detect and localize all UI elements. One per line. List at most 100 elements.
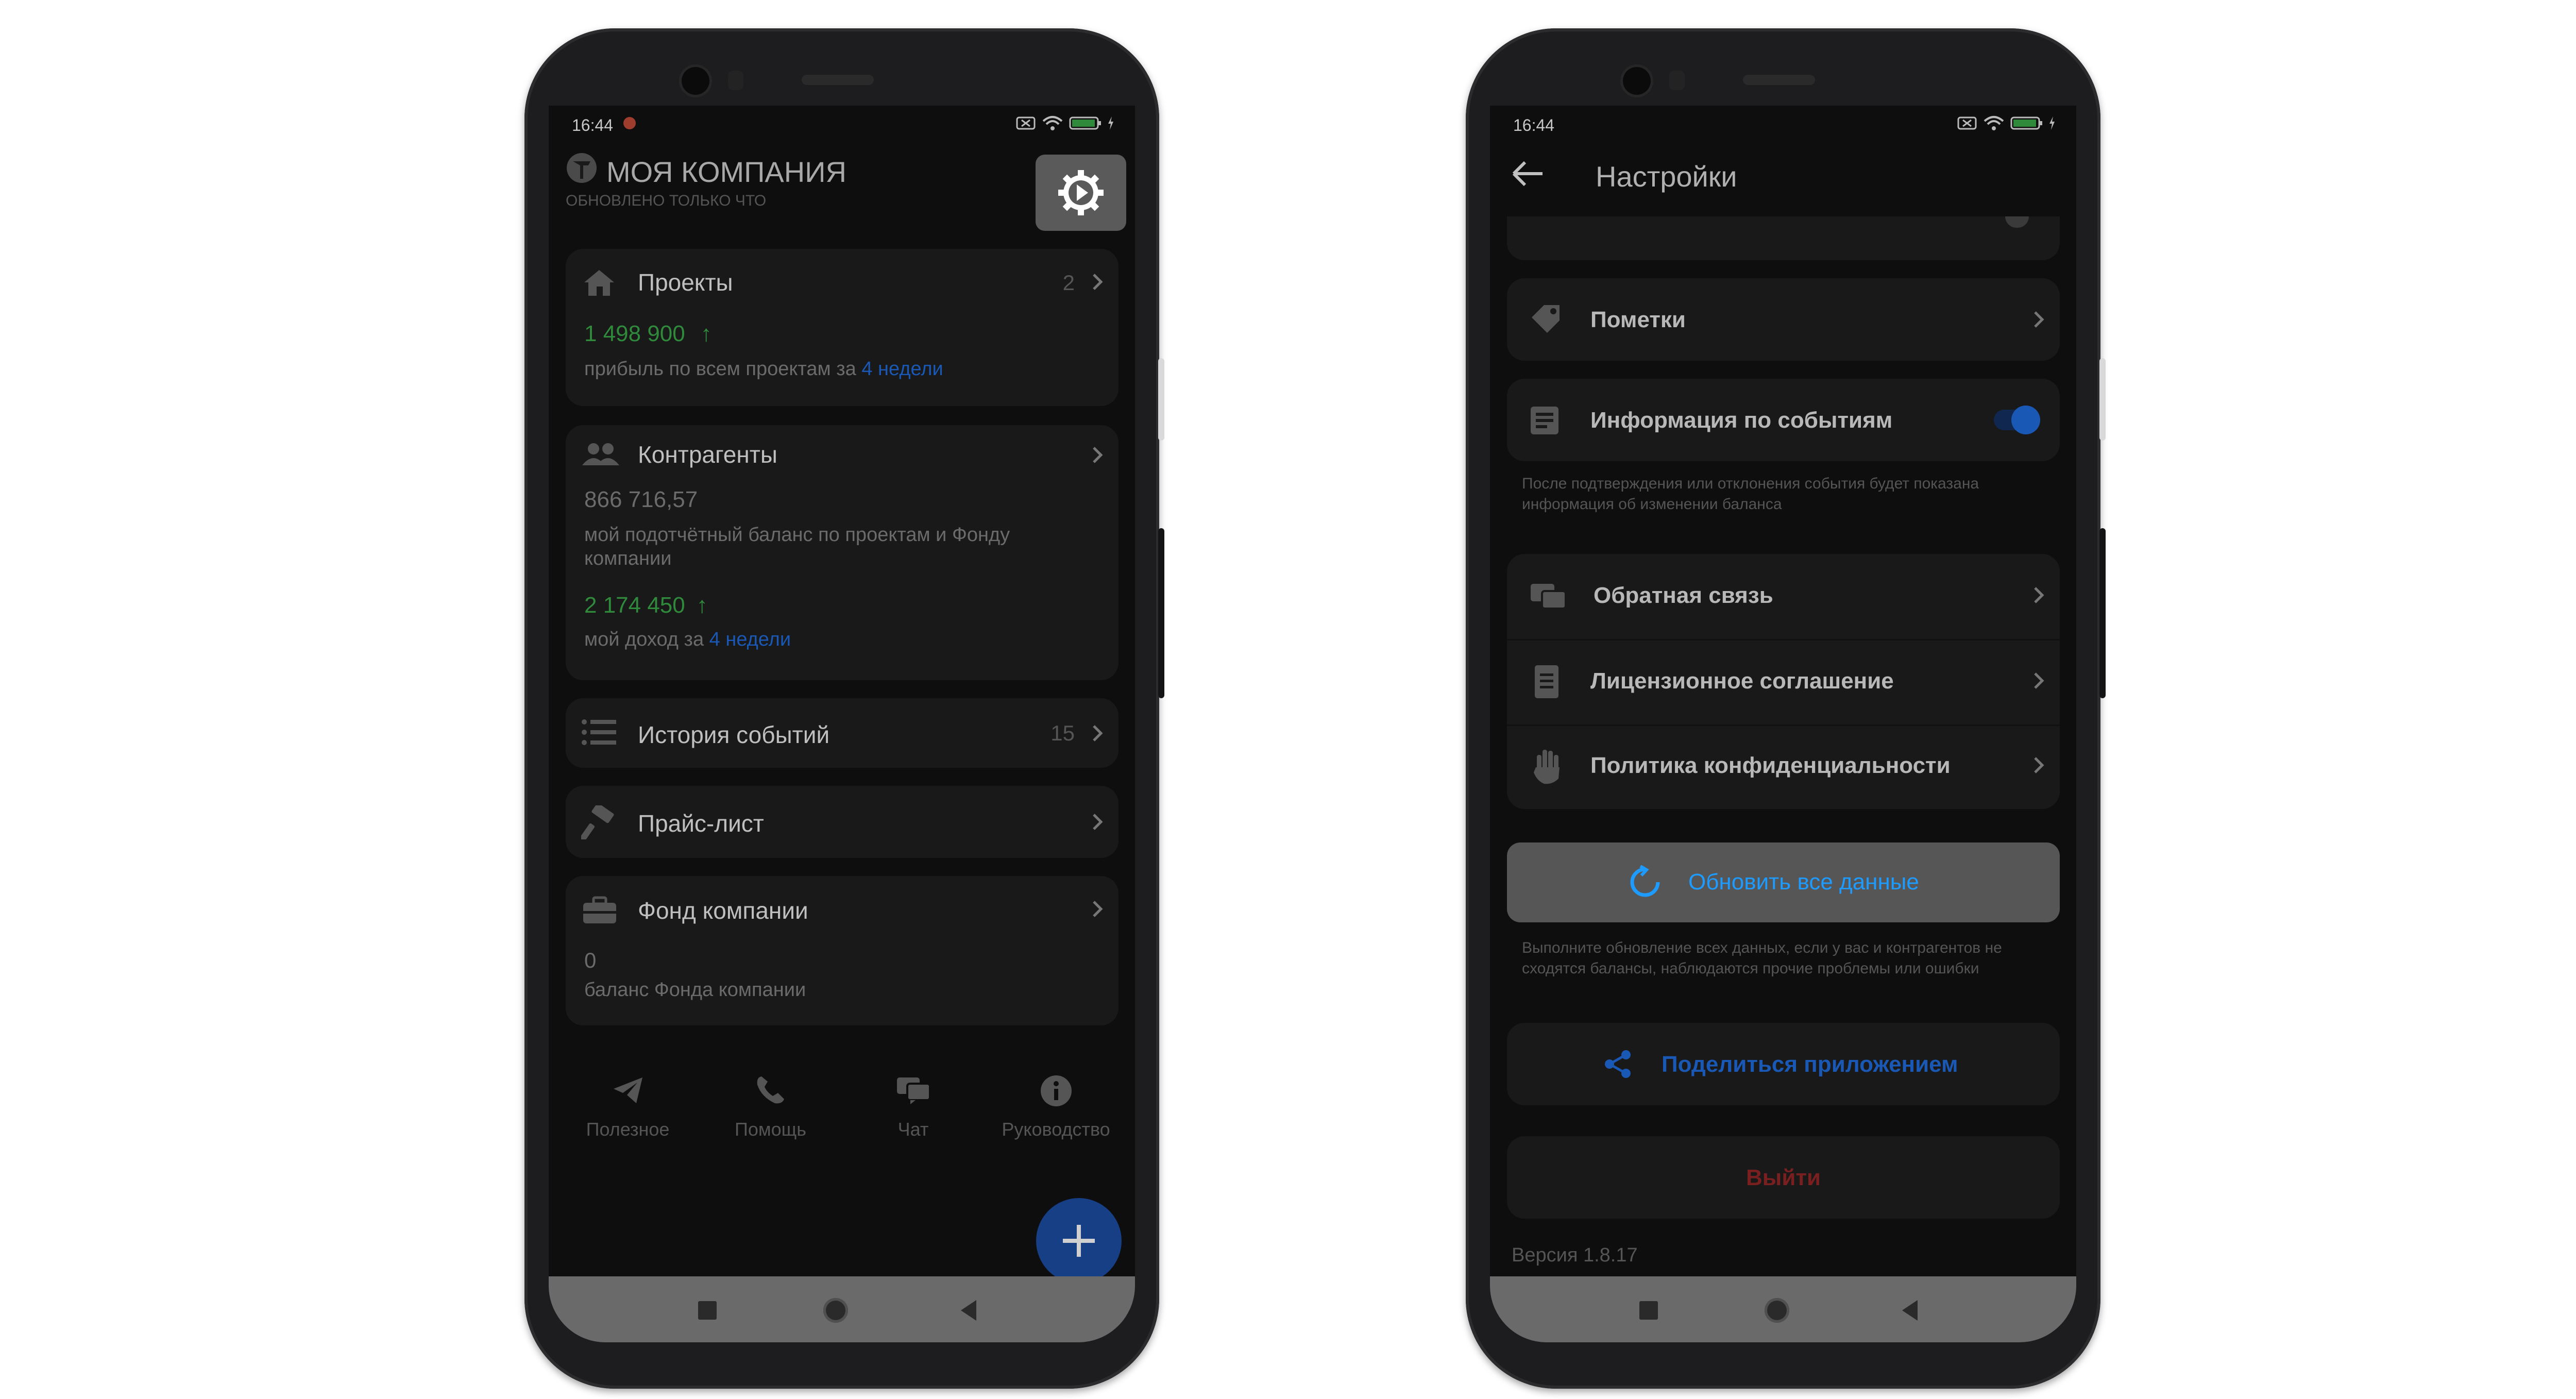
contractors-balance: 866 716,57 — [584, 487, 698, 512]
quick-nav-label: Руководство — [1002, 1119, 1110, 1140]
chevron-right-icon — [2034, 672, 2044, 689]
settings-item-license[interactable]: Лицензионное соглашение — [1507, 640, 2060, 724]
settings-item-privacy[interactable]: Политика конфиденциальности — [1507, 726, 2060, 809]
tag-icon — [1532, 305, 1560, 333]
quick-nav: Полезное Помощь Чат Руководство — [556, 1074, 1127, 1152]
settings-item-feedback[interactable]: Обратная связь — [1507, 554, 2060, 639]
home-button[interactable] — [1765, 1298, 1789, 1323]
contractors-title: Контрагенты — [638, 441, 777, 468]
app-version: Версия 1.8.17 — [1512, 1244, 1638, 1266]
recents-button[interactable] — [1639, 1301, 1658, 1320]
feedback-label: Обратная связь — [1594, 583, 1773, 608]
plus-icon — [1063, 1225, 1095, 1257]
hammer-icon — [581, 805, 614, 839]
info-icon — [1040, 1075, 1072, 1106]
front-camera — [682, 67, 709, 95]
add-fab-button[interactable] — [1036, 1198, 1122, 1284]
chat-icon — [1531, 584, 1567, 610]
card-cut-off-item[interactable] — [1507, 216, 2060, 260]
chevron-right-icon — [1093, 274, 1103, 290]
contractors-income: 2 174 450 ↑ — [584, 593, 708, 618]
settings-item-event-info[interactable]: Информация по событиям — [1507, 379, 2060, 461]
card-contractors[interactable]: Контрагенты 866 716,57 мой подотчётный б… — [566, 425, 1118, 680]
period-link[interactable]: 4 недели — [709, 629, 791, 650]
system-navigation-bar — [1490, 1276, 2076, 1342]
settings-group-about: Обратная связь Лицензионное соглашение П… — [1507, 554, 2060, 809]
fund-title: Фонд компании — [638, 897, 808, 924]
toggle-knob — [2011, 406, 2040, 434]
people-icon — [582, 443, 619, 465]
projects-title: Проекты — [638, 269, 733, 296]
chevron-right-icon — [1093, 814, 1103, 830]
projects-value: 1 498 900 ↑ — [584, 321, 712, 346]
company-logo-icon — [567, 153, 597, 183]
earpiece-speaker — [802, 75, 874, 85]
card-company-fund[interactable]: Фонд компании 0 баланс Фонда компании — [566, 876, 1118, 1025]
logout-button[interactable]: Выйти — [1507, 1136, 2060, 1219]
settings-button[interactable] — [1036, 155, 1126, 231]
card-pricelist[interactable]: Прайс-лист — [566, 786, 1118, 858]
pricelist-title: Прайс-лист — [638, 810, 764, 837]
battery-icon — [1069, 116, 1101, 130]
wifi-icon — [1984, 116, 2004, 130]
charging-icon — [2049, 116, 2055, 130]
telegram-icon — [613, 1077, 642, 1103]
event-info-toggle[interactable] — [1994, 406, 2040, 434]
quick-nav-guide[interactable]: Руководство — [989, 1074, 1123, 1152]
refresh-hint: Выполните обновление всех данных, если у… — [1522, 939, 2002, 977]
quick-nav-help[interactable]: Помощь — [704, 1074, 838, 1152]
chevron-right-icon — [2034, 587, 2044, 603]
status-bar: 16:44 — [1490, 106, 2076, 142]
screen-dashboard: 16:44 МОЯ КОМПАНИЯ ОБНОВЛЕНО ТОЛЬКО ЧТО — [549, 106, 1135, 1342]
quick-nav-chat[interactable]: Чат — [846, 1074, 980, 1152]
fund-value: 0 — [584, 948, 597, 972]
projects-caption: прибыль по всем проектам за 4 недели — [584, 358, 943, 380]
power-button — [1158, 528, 1164, 698]
home-icon — [584, 270, 614, 296]
earpiece-speaker — [1743, 75, 1815, 85]
document-card-icon — [1531, 407, 1558, 434]
home-button[interactable] — [823, 1298, 848, 1323]
settings-item-tags[interactable]: Пометки — [1507, 278, 2060, 361]
share-app-button[interactable]: Поделиться приложением — [1507, 1023, 2060, 1105]
quick-nav-useful[interactable]: Полезное — [561, 1074, 695, 1152]
sensor — [728, 71, 743, 90]
sim-off-icon — [1016, 116, 1036, 130]
gear-icon — [1058, 170, 1104, 215]
volume-button — [2099, 358, 2106, 441]
history-count: 15 — [1050, 721, 1075, 745]
refresh-all-data-button[interactable]: Обновить все данные — [1507, 842, 2060, 922]
recording-indicator-icon — [623, 117, 636, 129]
chevron-right-icon — [1093, 901, 1103, 917]
battery-icon — [2010, 116, 2042, 130]
volume-button — [1158, 358, 1164, 441]
back-button[interactable] — [961, 1300, 976, 1321]
wifi-icon — [1042, 116, 1063, 130]
quick-nav-label: Полезное — [586, 1119, 670, 1140]
card-projects[interactable]: Проекты 2 1 498 900 ↑ прибыль по всем про… — [566, 249, 1118, 406]
back-arrow-icon[interactable] — [1512, 160, 1545, 188]
recents-button[interactable] — [698, 1301, 717, 1320]
status-time: 16:44 — [572, 116, 614, 134]
tags-label: Пометки — [1590, 307, 1686, 332]
period-link[interactable]: 4 недели — [861, 358, 943, 380]
refresh-label: Обновить все данные — [1688, 869, 1919, 895]
chevron-right-icon — [1093, 725, 1103, 741]
history-title: История событий — [638, 721, 830, 748]
charging-icon — [1108, 116, 1113, 130]
company-title[interactable]: МОЯ КОМПАНИЯ — [606, 155, 846, 189]
back-button[interactable] — [1902, 1300, 1918, 1321]
sim-off-icon — [1957, 116, 1977, 130]
list-icon — [582, 719, 616, 745]
share-icon — [1605, 1050, 1631, 1078]
chevron-right-icon — [1093, 447, 1103, 463]
toggle-partial[interactable] — [2005, 216, 2029, 228]
contractors-balance-caption: мой подотчётный баланс по проектам и Фон… — [584, 524, 1010, 569]
card-event-history[interactable]: История событий 15 — [566, 698, 1118, 768]
logout-label: Выйти — [1746, 1165, 1821, 1190]
chevron-right-icon — [2034, 757, 2044, 773]
event-info-hint: После подтверждения или отклонения событ… — [1522, 475, 1979, 513]
event-info-label: Информация по событиям — [1590, 408, 1893, 433]
arrow-up-icon: ↑ — [700, 321, 712, 346]
contractors-income-caption: мой доход за 4 недели — [584, 629, 791, 650]
